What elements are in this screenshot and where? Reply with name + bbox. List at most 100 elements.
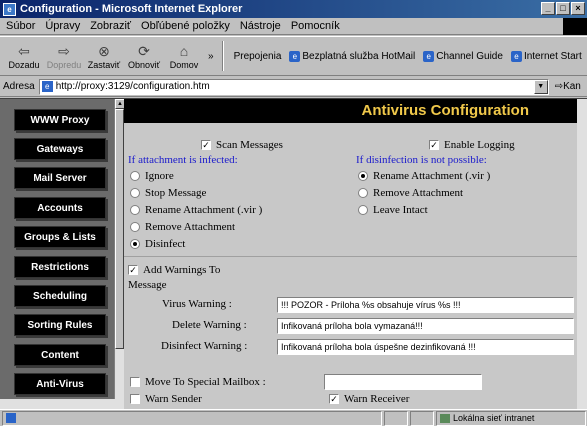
fallback-option-rename[interactable]: Rename Attachment (.vir ) xyxy=(358,170,490,182)
warn-receiver-checkbox[interactable]: ✓ xyxy=(329,394,339,404)
enable-logging-label: Enable Logging xyxy=(444,139,515,151)
sidebar-item-groups-lists[interactable]: Groups & Lists xyxy=(14,226,106,248)
refresh-label: Obnoviť xyxy=(128,60,160,70)
move-mailbox-checkbox[interactable] xyxy=(130,377,140,387)
radio-remove[interactable] xyxy=(130,222,140,232)
links-bar: Prepojenia e Bezplatná služba HotMail e Ch… xyxy=(234,50,582,62)
refresh-button[interactable]: ⟳ Obnoviť xyxy=(124,37,164,75)
scan-messages-checkbox[interactable]: ✓ xyxy=(201,140,211,150)
link-channel-guide[interactable]: e Channel Guide xyxy=(423,50,503,62)
disinfect-heading: If disinfection is not possible: xyxy=(356,154,487,166)
home-label: Domov xyxy=(169,60,199,70)
maximize-button[interactable]: □ xyxy=(556,2,570,15)
toolbar-chevron[interactable]: » xyxy=(208,51,214,62)
forward-label: Dopredu xyxy=(46,60,82,70)
menu-tools[interactable]: Nástroje xyxy=(240,20,281,32)
menu-favorites[interactable]: Obľúbené položky xyxy=(141,20,230,32)
ie-app-icon: e xyxy=(3,2,16,16)
warn-sender-checkbox[interactable] xyxy=(130,394,140,404)
enable-logging-checkbox[interactable]: ✓ xyxy=(429,140,439,150)
status-bar: Lokálna sieť intranet xyxy=(0,409,587,426)
radio-fallback-remove[interactable] xyxy=(358,188,368,198)
forward-button[interactable]: ⇨ Dopredu xyxy=(44,37,84,75)
fallback-option-leave[interactable]: Leave Intact xyxy=(358,204,428,216)
sidebar-scrollbar[interactable]: ▲ xyxy=(114,99,125,409)
sidebar-item-content[interactable]: Content xyxy=(14,344,106,366)
sidebar-item-accounts[interactable]: Accounts xyxy=(14,197,106,219)
radio-disinfect[interactable] xyxy=(130,239,140,249)
warn-receiver-label: Warn Receiver xyxy=(344,393,410,405)
link-internet-start-label: Internet Start xyxy=(523,50,582,62)
minimize-button[interactable]: _ xyxy=(541,2,555,15)
virus-warning-input[interactable]: !!! POZOR - Príloha %s obsahuje vírus %s… xyxy=(277,297,574,313)
radio-stop-message[interactable] xyxy=(130,188,140,198)
close-button[interactable]: × xyxy=(571,2,585,15)
add-warnings-label: Add Warnings To xyxy=(143,264,221,276)
sidebar-item-www-proxy[interactable]: WWW Proxy xyxy=(14,109,106,131)
infected-option-stop[interactable]: Stop Message xyxy=(130,187,206,199)
main-scrollbar[interactable] xyxy=(577,99,587,409)
ie-page-icon: e xyxy=(423,50,435,62)
radio-fallback-rename[interactable] xyxy=(358,171,368,181)
delete-warning-input[interactable]: Infikovaná príloha bola vymazaná!!! xyxy=(277,318,574,334)
scan-messages-label: Scan Messages xyxy=(216,139,283,151)
add-warnings-checkbox[interactable]: ✓ xyxy=(128,265,138,275)
scan-messages-row: ✓ Scan Messages xyxy=(201,139,283,151)
link-channel-guide-label: Channel Guide xyxy=(436,50,503,62)
link-hotmail[interactable]: e Bezplatná služba HotMail xyxy=(289,50,415,62)
menu-help[interactable]: Pomocník xyxy=(291,20,340,32)
link-internet-start[interactable]: e Internet Start xyxy=(510,50,582,62)
section-divider xyxy=(124,256,577,257)
toolbar-separator xyxy=(221,41,224,71)
sidebar-item-restrictions[interactable]: Restrictions xyxy=(14,256,106,278)
stop-button[interactable]: ⊗ Zastaviť xyxy=(84,37,124,75)
warn-sender-row: Warn Sender xyxy=(130,393,202,405)
virus-warning-label: Virus Warning : xyxy=(162,298,232,310)
menu-edit[interactable]: Úpravy xyxy=(45,20,80,32)
menu-file[interactable]: Súbor xyxy=(6,20,35,32)
warn-sender-label: Warn Sender xyxy=(145,393,202,405)
go-label: Kan xyxy=(563,81,581,92)
sidebar-item-anti-virus[interactable]: Anti-Virus xyxy=(14,373,106,395)
infected-option-ignore[interactable]: Ignore xyxy=(130,170,174,182)
radio-ignore[interactable] xyxy=(130,171,140,181)
infected-option-disinfect[interactable]: Disinfect xyxy=(130,238,185,250)
option-label: Disinfect xyxy=(145,238,186,250)
warn-receiver-row: ✓ Warn Receiver xyxy=(329,393,409,405)
infected-option-rename[interactable]: Rename Attachment (.vir ) xyxy=(130,204,262,216)
infected-option-remove[interactable]: Remove Attachment xyxy=(130,221,235,233)
go-button[interactable]: ⇨Kan xyxy=(555,81,581,92)
ie-status-icon xyxy=(6,413,16,423)
add-warnings-row: ✓ Add Warnings To xyxy=(128,264,220,276)
status-pane-lock xyxy=(410,410,434,426)
forward-arrow-icon: ⇨ xyxy=(58,43,70,59)
move-mailbox-row: Move To Special Mailbox : xyxy=(130,376,266,388)
antivirus-panel: Antivirus Configuration ✓ Scan Messages … xyxy=(124,99,587,409)
radio-rename[interactable] xyxy=(130,205,140,215)
sidebar-item-scheduling[interactable]: Scheduling xyxy=(14,285,106,307)
disinfect-warning-input[interactable]: Infikovaná príloha bola úspešne dezinfik… xyxy=(277,339,574,355)
page-icon: e xyxy=(41,81,53,92)
sidebar-hscrollbar[interactable] xyxy=(0,399,124,409)
ie-page-icon: e xyxy=(510,50,522,62)
sidebar-item-sorting-rules[interactable]: Sorting Rules xyxy=(14,314,106,336)
menu-bar: Súbor Úpravy Zobraziť Obľúbené položky N… xyxy=(0,18,587,35)
home-button[interactable]: ⌂ Domov xyxy=(164,37,204,75)
special-mailbox-input[interactable] xyxy=(324,374,482,390)
back-button[interactable]: ⇦ Dozadu xyxy=(4,37,44,75)
option-label: Ignore xyxy=(145,170,174,182)
fallback-option-remove[interactable]: Remove Attachment xyxy=(358,187,463,199)
refresh-icon: ⟳ xyxy=(138,43,150,59)
option-label: Leave Intact xyxy=(373,204,428,216)
enable-logging-row: ✓ Enable Logging xyxy=(429,139,515,151)
scrollbar-thumb[interactable] xyxy=(115,109,124,349)
intranet-zone-icon xyxy=(440,413,450,423)
menu-view[interactable]: Zobraziť xyxy=(90,20,131,32)
sidebar-item-gateways[interactable]: Gateways xyxy=(14,138,106,160)
ie-page-icon: e xyxy=(289,50,301,62)
address-input[interactable]: e http://proxy:3129/configuration.htm ▼ xyxy=(38,78,549,95)
chevron-down-icon[interactable]: ▼ xyxy=(533,79,548,94)
sidebar-item-mail-server[interactable]: Mail Server xyxy=(14,167,106,189)
radio-fallback-leave[interactable] xyxy=(358,205,368,215)
zone-label: Lokálna sieť intranet xyxy=(453,413,535,423)
